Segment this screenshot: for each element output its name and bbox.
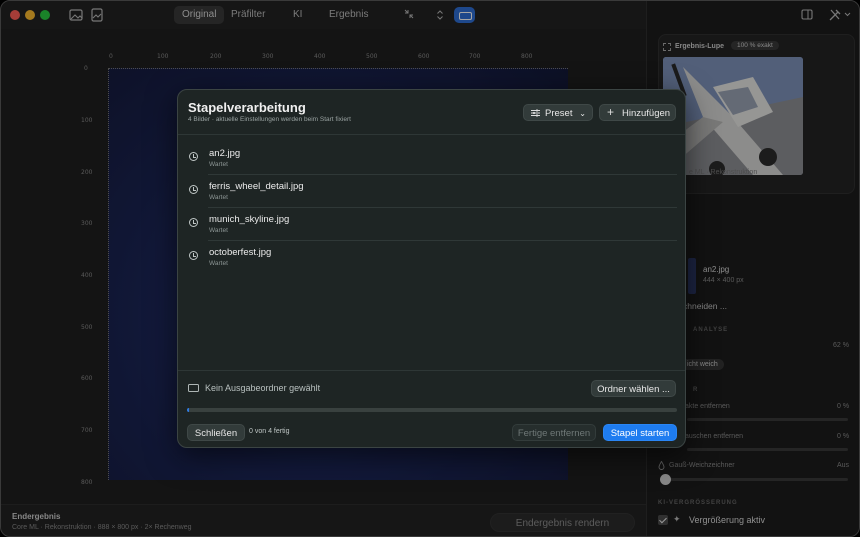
folder-icon	[188, 384, 199, 392]
progress-count: 0 von 4 fertig	[249, 428, 290, 435]
batch-dialog: Stapelverarbeitung 4 Bilder · aktuelle E…	[177, 89, 686, 448]
clock-icon	[189, 251, 198, 260]
list-item[interactable]: ferris_wheel_detail.jpg Wartet	[178, 175, 685, 208]
start-batch-button[interactable]: Stapel starten	[603, 424, 677, 441]
choose-folder-button[interactable]: Ordner wählen ...	[591, 380, 676, 397]
output-folder-text: Kein Ausgabeordner gewählt	[205, 383, 321, 393]
divider	[178, 134, 685, 135]
job-status: Wartet	[209, 227, 228, 234]
sliders-icon	[531, 109, 540, 117]
chevron-down-icon: ⌄	[579, 109, 586, 118]
clock-icon	[189, 185, 198, 194]
preset-label: Preset	[545, 108, 573, 119]
dialog-title: Stapelverarbeitung	[188, 100, 306, 115]
divider	[178, 370, 685, 371]
job-name: octoberfest.jpg	[209, 247, 272, 258]
add-label: Hinzufügen	[622, 108, 671, 119]
remove-finished-button[interactable]: Fertige entfernen	[512, 424, 596, 441]
close-button[interactable]: Schließen	[187, 424, 245, 441]
plus-icon: +	[607, 105, 615, 119]
job-status: Wartet	[209, 161, 228, 168]
list-item[interactable]: an2.jpg Wartet	[178, 142, 685, 175]
job-status: Wartet	[209, 260, 228, 267]
progress-fill	[187, 408, 190, 412]
list-item[interactable]: octoberfest.jpg Wartet	[178, 241, 685, 274]
job-name: ferris_wheel_detail.jpg	[209, 181, 304, 192]
app-window: Original Präfilter KI Ergebnis 0 100 200…	[0, 0, 860, 537]
dialog-subtitle: 4 Bilder · aktuelle Einstellungen werden…	[188, 116, 351, 123]
job-status: Wartet	[209, 194, 228, 201]
job-name: an2.jpg	[209, 148, 241, 159]
add-button[interactable]: + Hinzufügen	[599, 104, 676, 121]
list-item[interactable]: munich_skyline.jpg Wartet	[178, 208, 685, 241]
job-name: munich_skyline.jpg	[209, 214, 290, 225]
preset-button[interactable]: Preset ⌄	[523, 104, 593, 121]
clock-icon	[189, 218, 198, 227]
clock-icon	[189, 152, 198, 161]
batch-progress-bar	[187, 408, 677, 412]
